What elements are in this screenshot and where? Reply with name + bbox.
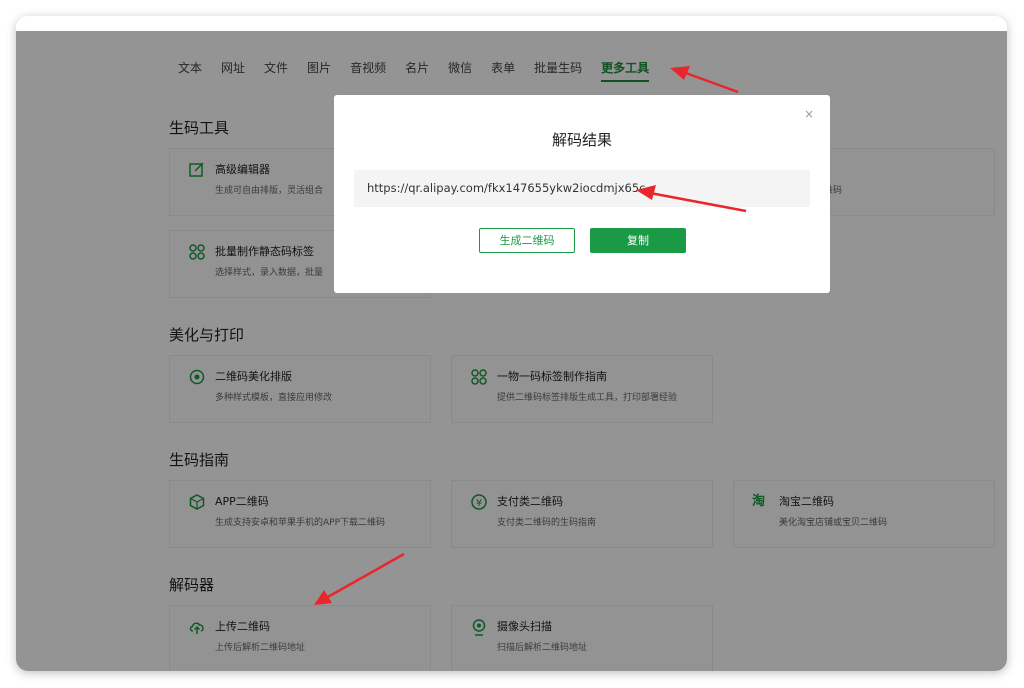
copy-button[interactable]: 复制 [590,228,686,253]
page: 文本 网址 文件 图片 音视频 名片 微信 表单 批量生码 更多工具 生码工具 … [16,16,1007,671]
decode-result-modal: × 解码结果 https://qr.alipay.com/fkx147655yk… [334,95,830,293]
decoded-url[interactable]: https://qr.alipay.com/fkx147655ykw2iocdm… [354,170,810,207]
close-icon[interactable]: × [804,107,814,121]
generate-qr-button[interactable]: 生成二维码 [479,228,575,253]
modal-title: 解码结果 [551,131,612,149]
app-frame: 文本 网址 文件 图片 音视频 名片 微信 表单 批量生码 更多工具 生码工具 … [16,16,1007,671]
